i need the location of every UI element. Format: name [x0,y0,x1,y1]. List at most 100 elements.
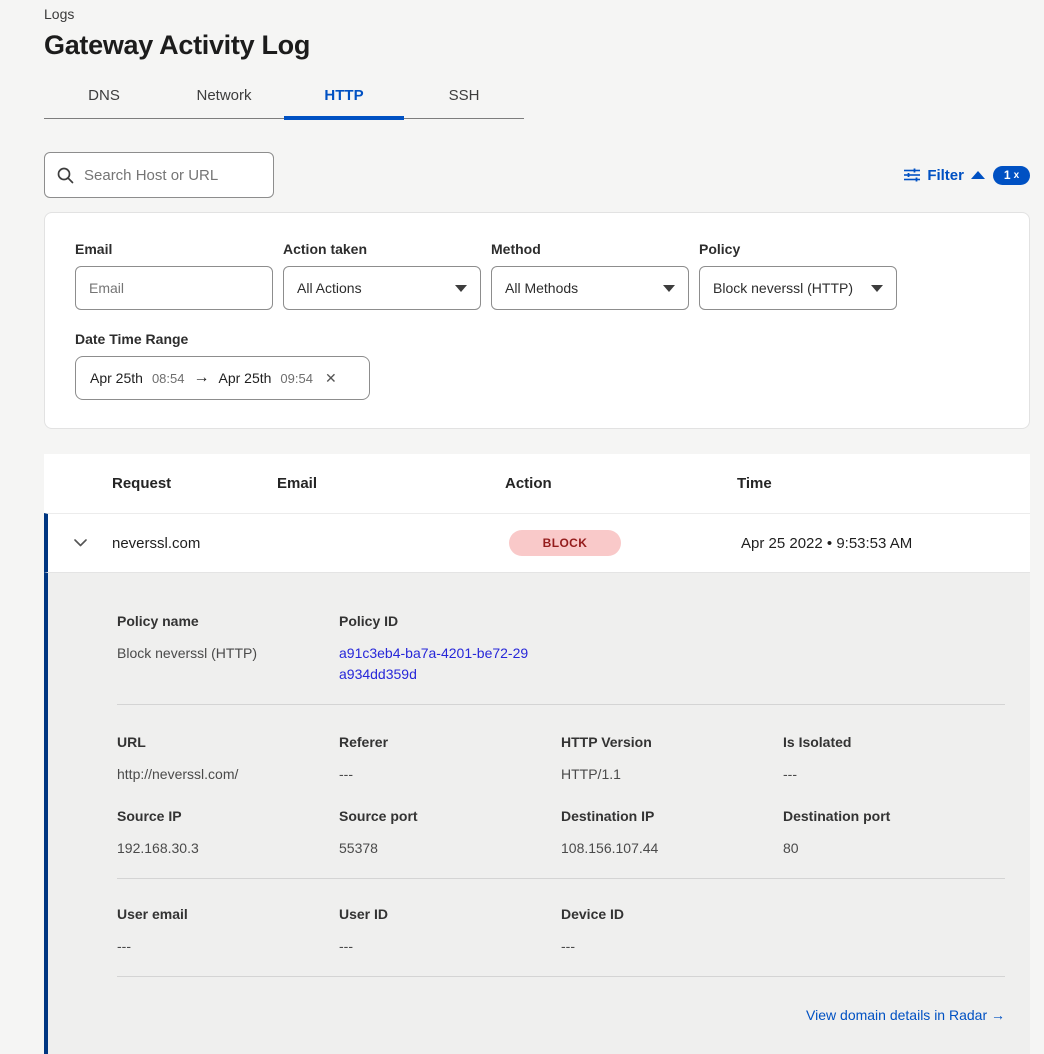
is-isolated-field: Is Isolated --- [783,734,1005,808]
policy-section: Policy name Block neverssl (HTTP) Policy… [117,613,1005,704]
action-taken-label: Action taken [283,241,481,257]
referer-field: Referer --- [339,734,561,808]
referer-label: Referer [339,734,561,750]
chevron-down-icon [455,285,467,292]
policy-label: Policy [699,241,897,257]
toolbar: Filter 1 x [44,152,1030,198]
destination-ip-field: Destination IP 108.156.107.44 [561,808,783,878]
user-email-field: User email --- [117,906,339,976]
collapse-caret-icon [971,171,985,179]
search-box [44,152,274,198]
action-cell: BLOCK [509,530,741,556]
start-time: 08:54 [152,371,185,386]
user-email-label: User email [117,906,339,922]
referer-value: --- [339,764,561,785]
end-time: 09:54 [280,371,313,386]
block-status-badge: BLOCK [509,530,621,556]
filter-toggle-button[interactable]: Filter [904,167,985,184]
chevron-down-icon [871,285,883,292]
range-arrow-icon: → [193,369,209,387]
filter-count: 1 [1004,168,1011,182]
method-label: Method [491,241,689,257]
email-filter-label: Email [75,241,273,257]
column-header-action: Action [505,475,737,492]
method-field: Method All Methods [491,241,689,310]
search-input[interactable] [84,167,261,184]
device-id-value: --- [561,936,783,957]
policy-id-link[interactable]: a91c3eb4-ba7a-4201-be72-29a934dd359d [339,643,534,685]
column-header-time: Time [737,475,1030,492]
policy-id-label: Policy ID [339,613,561,629]
policy-name-field: Policy name Block neverssl (HTTP) [117,613,339,704]
activity-log-table: Request Email Action Time neverssl.com B… [44,454,1030,1054]
http-version-field: HTTP Version HTTP/1.1 [561,734,783,808]
source-port-field: Source port 55378 [339,808,561,878]
is-isolated-label: Is Isolated [783,734,1005,750]
url-label: URL [117,734,339,750]
date-time-range-picker[interactable]: Apr 25th 08:54 → Apr 25th 09:54 ✕ [75,356,370,400]
tab-ssh[interactable]: SSH [404,77,524,118]
method-select[interactable]: All Methods [491,266,689,310]
chevron-down-icon [663,285,675,292]
tab-network[interactable]: Network [164,77,284,118]
source-port-value: 55378 [339,838,561,859]
filter-count-badge[interactable]: 1 x [993,166,1030,185]
end-date: Apr 25th [218,370,271,386]
filter-sliders-icon [904,168,920,182]
clear-filters-x-icon[interactable]: x [1014,170,1020,181]
source-port-label: Source port [339,808,561,824]
action-taken-select[interactable]: All Actions [283,266,481,310]
destination-ip-label: Destination IP [561,808,783,824]
radar-link-row: View domain details in Radar → [117,1007,1005,1023]
time-cell: Apr 25 2022 • 9:53:53 AM [741,535,1030,552]
filter-panel: Email Action taken All Actions Method Al… [44,212,1030,429]
request-cell: neverssl.com [48,535,281,552]
gateway-activity-log-page: Logs Gateway Activity Log DNS Network HT… [0,0,1044,1054]
clear-date-range-icon[interactable]: ✕ [325,370,337,387]
http-version-label: HTTP Version [561,734,783,750]
email-filter-input[interactable] [75,266,273,310]
source-ip-field: Source IP 192.168.30.3 [117,808,339,878]
destination-port-label: Destination port [783,808,1005,824]
filter-fields-row: Email Action taken All Actions Method Al… [75,241,999,310]
policy-id-field: Policy ID a91c3eb4-ba7a-4201-be72-29a934… [339,613,561,704]
is-isolated-value: --- [783,764,1005,785]
section-divider [117,976,1005,977]
breadcrumb[interactable]: Logs [44,6,1030,22]
url-section: URL http://neverssl.com/ Referer --- HTT… [117,734,1005,808]
page-title: Gateway Activity Log [44,30,1030,61]
user-section: User email --- User ID --- Device ID --- [117,906,1005,976]
tab-dns[interactable]: DNS [44,77,164,118]
action-taken-field: Action taken All Actions [283,241,481,310]
request-host: neverssl.com [112,535,200,552]
destination-ip-value: 108.156.107.44 [561,838,783,859]
table-header-row: Request Email Action Time [44,454,1030,513]
search-icon [57,167,74,184]
user-id-value: --- [339,936,561,957]
method-value: All Methods [505,280,578,296]
view-domain-radar-link[interactable]: View domain details in Radar → [806,1007,1005,1023]
section-divider [117,704,1005,705]
network-section: Source IP 192.168.30.3 Source port 55378… [117,808,1005,878]
filter-label: Filter [927,167,964,184]
http-version-value: HTTP/1.1 [561,764,783,785]
column-header-email: Email [277,475,505,492]
action-taken-value: All Actions [297,280,362,296]
policy-select[interactable]: Block neverssl (HTTP) [699,266,897,310]
source-ip-value: 192.168.30.3 [117,838,339,859]
policy-value: Block neverssl (HTTP) [713,280,853,296]
url-value: http://neverssl.com/ [117,764,339,785]
policy-name-label: Policy name [117,613,339,629]
date-time-range-label: Date Time Range [75,331,999,347]
destination-port-field: Destination port 80 [783,808,1005,878]
expand-chevron-icon[interactable] [48,539,112,547]
policy-name-value: Block neverssl (HTTP) [117,643,339,664]
url-field: URL http://neverssl.com/ [117,734,339,808]
policy-field: Policy Block neverssl (HTTP) [699,241,897,310]
user-id-field: User ID --- [339,906,561,976]
table-row[interactable]: neverssl.com BLOCK Apr 25 2022 • 9:53:53… [44,513,1030,573]
start-date: Apr 25th [90,370,143,386]
user-id-label: User ID [339,906,561,922]
tab-http[interactable]: HTTP [284,77,404,118]
expanded-row-details: Policy name Block neverssl (HTTP) Policy… [44,573,1030,1054]
